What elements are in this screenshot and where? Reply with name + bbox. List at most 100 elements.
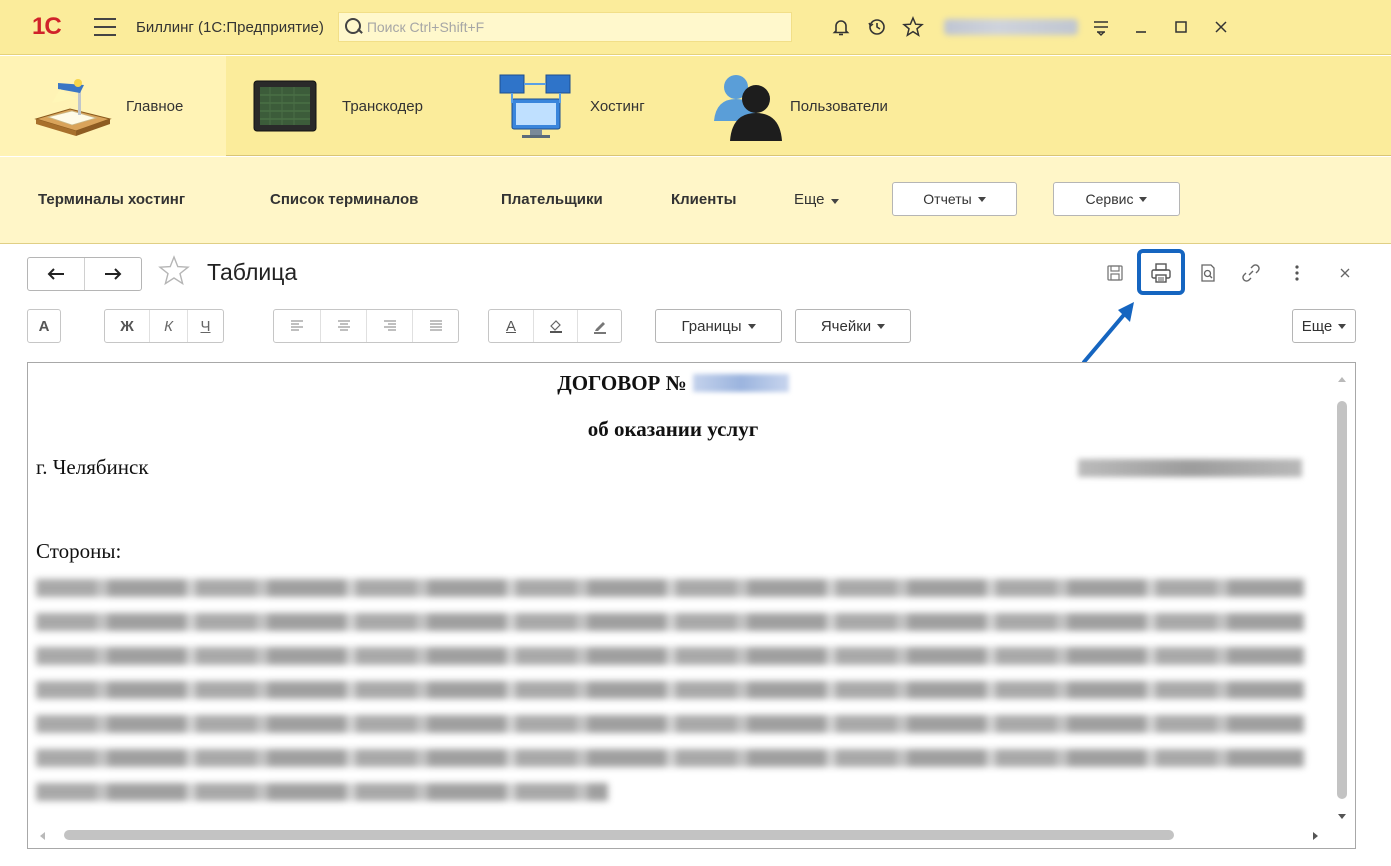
more-menu[interactable]: Еще	[794, 191, 839, 208]
contract-city: г. Челябинск	[36, 455, 149, 479]
vertical-scrollbar[interactable]	[1333, 371, 1351, 819]
paragraph-line	[36, 783, 608, 801]
paragraph-line	[36, 579, 1304, 597]
parties-label: Стороны:	[36, 539, 122, 563]
horizontal-scroll-thumb[interactable]	[64, 830, 1174, 840]
annotation-arrow-icon	[1082, 302, 1134, 364]
reports-label: Отчеты	[923, 191, 972, 207]
spreadsheet-document[interactable]: ДОГОВОР № об оказании услуг г. Челябинск…	[27, 362, 1356, 849]
back-button[interactable]	[28, 258, 84, 290]
close-icon[interactable]	[1330, 258, 1360, 288]
app-title: Биллинг (1С:Предприятие)	[136, 18, 324, 36]
search-input[interactable]	[366, 19, 767, 35]
section-transcoder-label: Транскодер	[342, 97, 423, 115]
paragraph-line	[36, 749, 1304, 767]
favorite-star-icon[interactable]	[158, 255, 190, 292]
title-bar: 1С Биллинг (1С:Предприятие)	[0, 0, 1391, 55]
more-button[interactable]: Еще	[1292, 309, 1356, 343]
link-payers[interactable]: Плательщики	[501, 191, 603, 208]
section-hosting-label: Хостинг	[590, 97, 645, 115]
link-terminals-list[interactable]: Список терминалов	[270, 191, 418, 208]
text-color-button[interactable]: А	[489, 310, 533, 342]
section-users[interactable]: Пользователи	[686, 56, 946, 156]
contract-subtitle: об оказании услуг	[587, 417, 759, 441]
align-left-icon[interactable]	[274, 310, 320, 342]
align-center-icon[interactable]	[320, 310, 366, 342]
paragraph-line	[36, 681, 1304, 699]
vertical-scroll-thumb[interactable]	[1337, 401, 1347, 799]
horizontal-scrollbar[interactable]	[36, 829, 1318, 843]
forward-button[interactable]	[84, 258, 141, 290]
font-button[interactable]: А	[27, 309, 61, 343]
scroll-right-icon[interactable]	[1313, 832, 1318, 840]
star-icon[interactable]	[900, 14, 926, 40]
preview-icon[interactable]	[1193, 258, 1223, 288]
1c-logo: 1С	[32, 13, 62, 40]
save-icon[interactable]	[1100, 258, 1130, 288]
section-main[interactable]: Главное	[0, 56, 226, 156]
history-icon[interactable]	[864, 14, 890, 40]
function-panel: Терминалы хостинг Список терминалов Плат…	[0, 157, 1391, 244]
cells-button[interactable]: Ячейки	[795, 309, 911, 343]
color-group: А	[488, 309, 622, 343]
more-button-label: Еще	[1301, 317, 1333, 335]
users-icon	[706, 71, 790, 141]
form-title: Таблица	[207, 259, 298, 285]
service-label: Сервис	[1085, 191, 1134, 207]
section-hosting[interactable]: Хостинг	[466, 56, 686, 156]
scroll-down-icon[interactable]	[1338, 814, 1346, 819]
chevron-down-icon	[977, 196, 986, 202]
link-icon[interactable]	[1236, 258, 1266, 288]
section-transcoder[interactable]: Транскодер	[226, 56, 466, 156]
borders-label: Границы	[681, 317, 742, 335]
bell-icon[interactable]	[828, 14, 854, 40]
contract-date	[1078, 459, 1302, 477]
contract-number	[692, 374, 789, 392]
align-right-icon[interactable]	[366, 310, 412, 342]
scroll-left-icon[interactable]	[40, 832, 45, 840]
chevron-down-icon	[1338, 323, 1347, 329]
user-name[interactable]	[943, 19, 1078, 35]
fill-color-icon[interactable]	[533, 310, 577, 342]
close-icon[interactable]	[1208, 14, 1234, 40]
sections-panel: Главное Транскодер Хостинг Пользователи	[0, 56, 1391, 156]
chevron-down-icon	[1139, 196, 1148, 202]
print-icon[interactable]	[1146, 258, 1176, 288]
italic-button[interactable]: К	[149, 310, 187, 342]
cells-label: Ячейки	[820, 317, 872, 335]
paragraph-line	[36, 647, 1304, 665]
navigation-buttons	[27, 257, 142, 291]
chevron-down-icon	[747, 323, 756, 329]
service-button[interactable]: Сервис	[1053, 182, 1180, 216]
scroll-up-icon[interactable]	[1338, 377, 1346, 382]
section-users-label: Пользователи	[790, 97, 888, 115]
hamburger-menu-icon[interactable]	[94, 18, 116, 36]
link-clients[interactable]: Клиенты	[671, 191, 736, 208]
search-icon	[343, 17, 363, 37]
font-style-group: Ж К Ч	[104, 309, 224, 343]
minimize-icon[interactable]	[1128, 14, 1154, 40]
desk-lamp-icon	[30, 75, 114, 137]
bold-button[interactable]: Ж	[105, 310, 149, 342]
section-main-label: Главное	[126, 97, 184, 115]
alignment-group	[273, 309, 459, 343]
chevron-down-icon	[830, 199, 839, 204]
reports-button[interactable]: Отчеты	[892, 182, 1017, 216]
chevron-down-icon	[877, 323, 886, 329]
link-hosting-terminals[interactable]: Терминалы хостинг	[38, 191, 185, 208]
contract-title: ДОГОВОР №	[28, 371, 1318, 396]
paragraph-line	[36, 613, 1304, 631]
borders-button[interactable]: Границы	[655, 309, 782, 343]
pen-icon[interactable]	[577, 310, 621, 342]
underline-button[interactable]: Ч	[187, 310, 223, 342]
contract-title-text: ДОГОВОР №	[557, 371, 687, 395]
more-label: Еще	[794, 191, 825, 208]
network-computers-icon	[496, 73, 576, 139]
align-justify-icon[interactable]	[412, 310, 458, 342]
maximize-icon[interactable]	[1168, 14, 1194, 40]
monitor-icon	[250, 75, 320, 137]
paragraph-line	[36, 715, 1304, 733]
more-vertical-icon[interactable]	[1282, 258, 1312, 288]
menu-lines-icon[interactable]	[1088, 14, 1114, 40]
search-box[interactable]	[337, 12, 792, 42]
